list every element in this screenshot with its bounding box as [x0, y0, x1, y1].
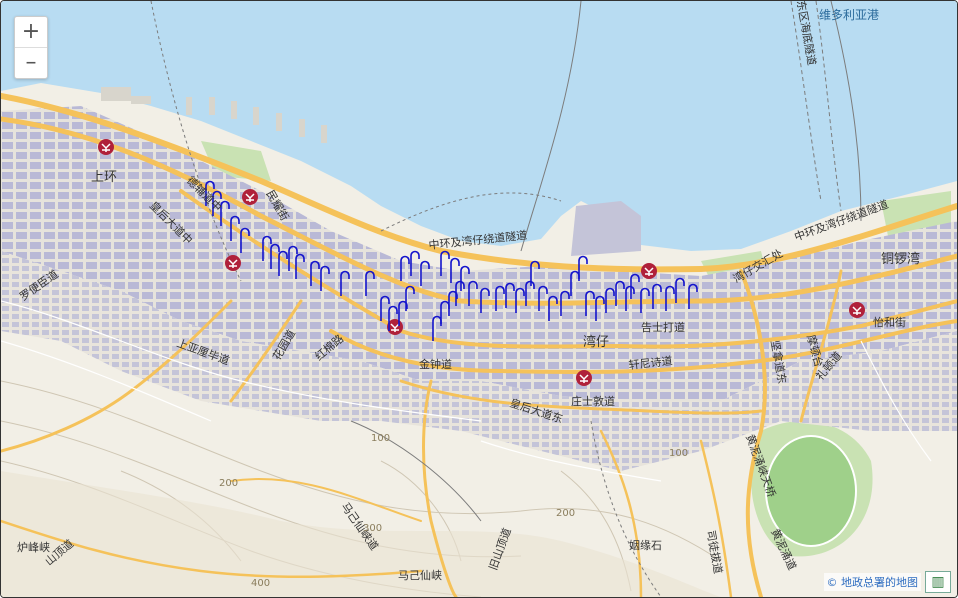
label-kim-chung: 金钟道	[419, 357, 452, 371]
mtr-station-icon[interactable]	[97, 138, 115, 156]
mtr-station-icon[interactable]	[848, 301, 866, 319]
label-contour-200b: 200	[556, 508, 575, 519]
zoom-control: + –	[14, 16, 48, 79]
mtr-station-icon[interactable]	[575, 369, 593, 387]
mtr-station-icon[interactable]	[224, 254, 242, 272]
label-peak: 炉峰峡	[17, 540, 50, 554]
label-wan-chai: 湾仔	[583, 334, 609, 350]
label-tin-hau: 怡和街	[873, 315, 906, 329]
mtr-station-icon[interactable]	[241, 188, 259, 206]
zoom-out-button[interactable]: –	[15, 48, 47, 78]
map-frame[interactable]: 维多利亚港 上环 湾仔 铜锣湾 中环及湾仔绕道隧道 中环及湾仔绕道隧道 湾仔交汇…	[0, 0, 958, 598]
label-magazine-gap: 马己仙峡	[398, 568, 442, 582]
label-contour-300: 300	[363, 523, 382, 534]
zoom-in-button[interactable]: +	[15, 17, 47, 48]
label-sheung-wan: 上环	[91, 170, 117, 185]
map-provider-logo-icon: ▥	[925, 571, 951, 593]
map-canvas[interactable]: 维多利亚港 上环 湾仔 铜锣湾 中环及湾仔绕道隧道 中环及湾仔绕道隧道 湾仔交汇…	[1, 1, 957, 597]
label-harbour: 维多利亚港	[819, 8, 879, 22]
mtr-station-icon[interactable]	[640, 262, 658, 280]
convention-centre	[571, 201, 641, 256]
label-contour-200a: 200	[219, 478, 238, 489]
label-causeway-bay: 铜锣湾	[881, 251, 920, 267]
label-contour-100a: 100	[371, 433, 390, 444]
attribution-link[interactable]: © 地政总署的地图	[823, 573, 921, 591]
label-contour-100b: 100	[669, 448, 688, 459]
label-yan-yuen: 姻缘石	[629, 538, 662, 552]
label-johnston: 庄士敦道	[571, 394, 615, 408]
label-gloucester: 告士打道	[641, 320, 685, 334]
label-contour-400: 400	[251, 578, 270, 589]
